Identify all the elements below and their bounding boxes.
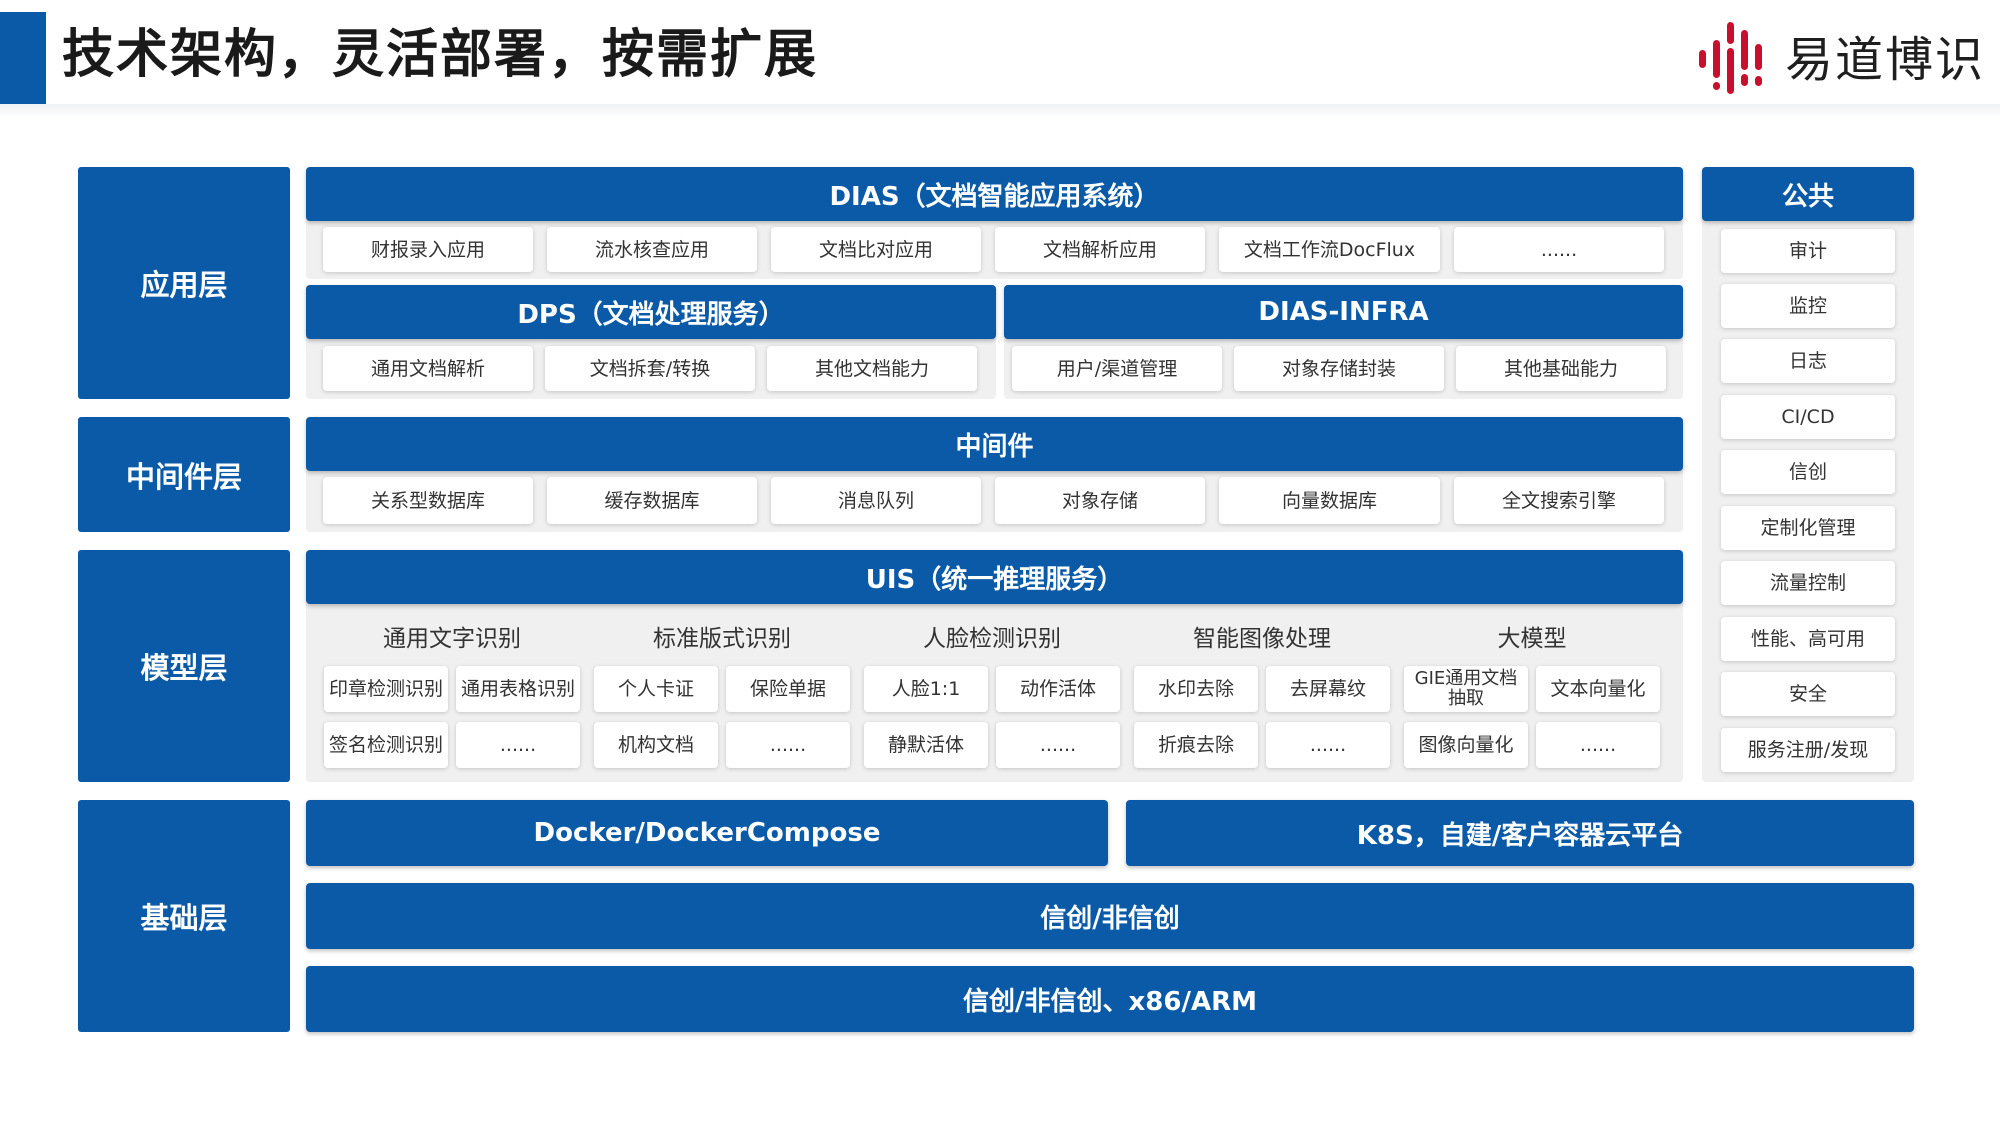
dias-item: 财报录入应用: [323, 227, 533, 272]
dias-header: DIAS（文档智能应用系统）: [306, 167, 1683, 221]
model-item: 通用表格识别: [456, 666, 580, 712]
infra-header: DIAS-INFRA: [1004, 285, 1683, 339]
model-item: 静默活体: [864, 722, 988, 768]
model-item: 折痕去除: [1134, 722, 1258, 768]
public-item: 审计: [1721, 229, 1895, 273]
infra-item: 对象存储封装: [1234, 346, 1444, 391]
model-item: 个人卡证: [594, 666, 718, 712]
model-item: 水印去除: [1134, 666, 1258, 712]
middleware-item: 对象存储: [995, 477, 1205, 524]
header-divider: [0, 104, 2000, 118]
model-item: 印章检测识别: [324, 666, 448, 712]
brand-name: 易道博识: [1785, 32, 1986, 88]
model-group-title: 大模型: [1497, 626, 1567, 652]
dias-item: 文档解析应用: [995, 227, 1205, 272]
k8s-bar: K8S，自建/客户容器云平台: [1126, 800, 1914, 866]
layer-label-middleware: 中间件层: [78, 417, 290, 532]
dias-item: 文档工作流DocFlux: [1219, 227, 1440, 272]
middleware-item: 缓存数据库: [547, 477, 757, 524]
xinchuang-bar: 信创/非信创: [306, 883, 1914, 949]
dps-item: 其他文档能力: [767, 346, 977, 391]
model-item: 机构文档: [594, 722, 718, 768]
model-item: GIE通用文档抽取: [1404, 666, 1528, 712]
middleware-item: 向量数据库: [1219, 477, 1440, 524]
public-item: 日志: [1721, 339, 1895, 383]
model-item: 人脸1:1: [864, 666, 988, 712]
model-item: 图像向量化: [1404, 722, 1528, 768]
model-item: 动作活体: [996, 666, 1120, 712]
layer-label-app: 应用层: [78, 167, 290, 399]
public-header: 公共: [1702, 167, 1914, 221]
dps-item: 文档拆套/转换: [545, 346, 755, 391]
model-item: 保险单据: [726, 666, 850, 712]
model-group-title: 通用文字识别: [383, 626, 521, 652]
dias-item: 文档比对应用: [771, 227, 981, 272]
infra-item: 其他基础能力: [1456, 346, 1666, 391]
infra-item: 用户/渠道管理: [1012, 346, 1222, 391]
dps-item: 通用文档解析: [323, 346, 533, 391]
model-item: ......: [996, 722, 1120, 768]
public-item: 性能、高可用: [1721, 617, 1895, 661]
middleware-item: 全文搜索引擎: [1454, 477, 1664, 524]
arch-bar: 信创/非信创、x86/ARM: [306, 966, 1914, 1032]
public-item: 监控: [1721, 284, 1895, 328]
model-item: 文本向量化: [1536, 666, 1660, 712]
model-item: ......: [1536, 722, 1660, 768]
layer-label-base: 基础层: [78, 800, 290, 1032]
public-item: 服务注册/发现: [1721, 728, 1895, 772]
model-item: 签名检测识别: [324, 722, 448, 768]
public-item: CI/CD: [1721, 395, 1895, 439]
middleware-item: 关系型数据库: [323, 477, 533, 524]
docker-bar: Docker/DockerCompose: [306, 800, 1108, 866]
title-accent-bar: [0, 12, 46, 104]
model-item: ......: [456, 722, 580, 768]
model-item: ......: [726, 722, 850, 768]
bars-logo-icon: [1699, 22, 1762, 94]
middleware-item: 消息队列: [771, 477, 981, 524]
public-item: 流量控制: [1721, 561, 1895, 605]
public-item: 信创: [1721, 450, 1895, 494]
dias-item: ......: [1454, 227, 1664, 272]
public-item: 定制化管理: [1721, 506, 1895, 550]
layer-label-model: 模型层: [78, 550, 290, 782]
model-group-title: 智能图像处理: [1193, 626, 1331, 652]
model-item: ......: [1266, 722, 1390, 768]
model-item: 去屏幕纹: [1266, 666, 1390, 712]
page-title: 技术架构，灵活部署，按需扩展: [62, 25, 819, 85]
uis-header: UIS（统一推理服务）: [306, 550, 1683, 604]
dias-item: 流水核查应用: [547, 227, 757, 272]
dps-header: DPS（文档处理服务）: [306, 285, 996, 339]
model-group-title: 人脸检测识别: [923, 626, 1061, 652]
model-group-title: 标准版式识别: [653, 626, 791, 652]
public-item: 安全: [1721, 672, 1895, 716]
middleware-header: 中间件: [306, 417, 1683, 471]
